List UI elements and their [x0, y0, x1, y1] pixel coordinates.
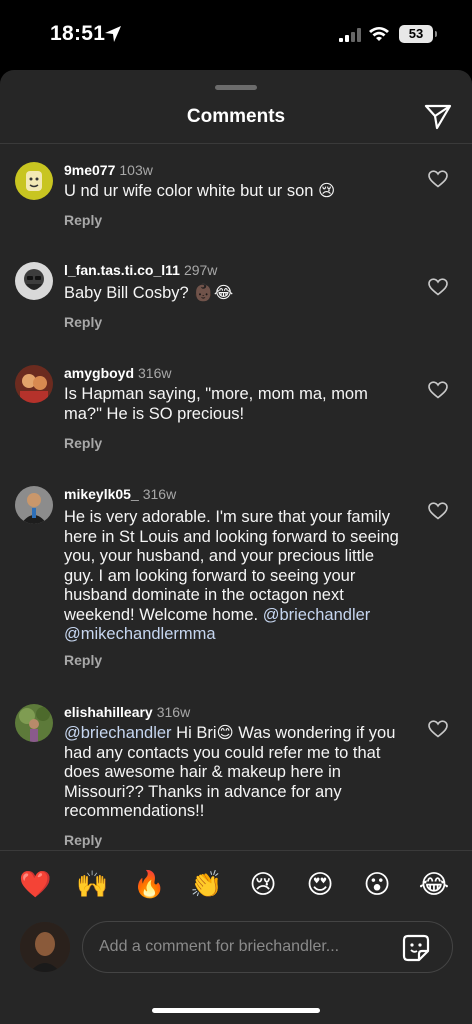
emoji-raised-hands[interactable]: 🙌	[76, 868, 108, 900]
emoji-fire[interactable]: 🔥	[133, 868, 165, 900]
reply-button[interactable]: Reply	[64, 832, 102, 848]
status-bar: 18:51 53	[0, 0, 472, 70]
mention-link[interactable]: @briechandler	[263, 606, 371, 624]
emoji-crying[interactable]: 😢	[247, 868, 279, 900]
header-divider	[0, 143, 472, 144]
heart-outline-icon[interactable]	[428, 381, 448, 404]
avatar[interactable]	[15, 486, 53, 524]
mention-link[interactable]: @mikechandlermma	[64, 625, 216, 643]
emoji-bar-divider	[0, 850, 472, 851]
avatar[interactable]	[20, 922, 70, 972]
status-time: 18:51	[50, 22, 106, 45]
emoji-laughing[interactable]: 😂	[418, 868, 450, 900]
sticker-icon[interactable]	[402, 934, 430, 967]
comments-sheet: Comments 9me077 103w U nd ur wife color w…	[0, 70, 472, 1024]
heart-outline-icon[interactable]	[428, 720, 448, 743]
emoji-heart-eyes[interactable]: 😍	[304, 868, 336, 900]
cellular-signal-icon	[339, 28, 361, 47]
comment-timestamp: 316w	[138, 365, 172, 381]
comment-timestamp: 316w	[142, 486, 177, 502]
location-arrow-icon	[104, 25, 122, 48]
comment-text: Baby Bill Cosby? 👶🏿😂	[64, 284, 234, 302]
comment-text: He is very adorable. I'm sure that your …	[64, 508, 404, 645]
comment-text: @briechandler Hi Bri😊 Was wondering if y…	[64, 724, 404, 822]
paper-plane-icon[interactable]	[424, 104, 452, 135]
comment-username[interactable]: mikeylk05_	[64, 486, 139, 502]
reply-button[interactable]: Reply	[64, 212, 102, 228]
heart-outline-icon[interactable]	[428, 170, 448, 193]
comment-timestamp: 103w	[119, 162, 153, 178]
comment-timestamp: 297w	[183, 262, 218, 278]
comment-text: U nd ur wife color white but ur son 😢	[64, 182, 336, 200]
reply-button[interactable]: Reply	[64, 652, 102, 668]
comment-composer	[82, 921, 453, 973]
mention-link[interactable]: @briechandler	[64, 724, 172, 742]
emoji-surprised[interactable]: 😮	[361, 868, 393, 900]
reply-button[interactable]: Reply	[64, 314, 102, 330]
emoji-heart[interactable]: ❤️	[19, 868, 51, 900]
heart-outline-icon[interactable]	[428, 278, 448, 301]
home-indicator[interactable]	[152, 1008, 320, 1013]
comment-username[interactable]: amygboyd	[64, 365, 134, 381]
avatar[interactable]	[15, 162, 53, 200]
heart-outline-icon[interactable]	[428, 502, 448, 525]
sheet-grabber[interactable]	[215, 85, 257, 90]
avatar[interactable]	[15, 704, 53, 742]
battery-indicator: 53	[399, 25, 437, 43]
comment-username[interactable]: elishahilleary	[64, 704, 153, 720]
emoji-clap[interactable]: 👏	[190, 868, 222, 900]
avatar[interactable]	[15, 365, 53, 403]
comment-username[interactable]: l_fan.tas.ti.co_l11	[64, 262, 180, 278]
comment-input[interactable]	[99, 922, 389, 972]
comment-text: Is Hapman saying, "more, mom ma, mom ma?…	[64, 385, 368, 423]
sheet-title: Comments	[186, 106, 286, 127]
wifi-icon	[368, 26, 390, 47]
reply-button[interactable]: Reply	[64, 435, 102, 451]
comment-timestamp: 316w	[156, 704, 191, 720]
comment-username[interactable]: 9me077	[64, 162, 115, 178]
avatar[interactable]	[15, 262, 53, 300]
